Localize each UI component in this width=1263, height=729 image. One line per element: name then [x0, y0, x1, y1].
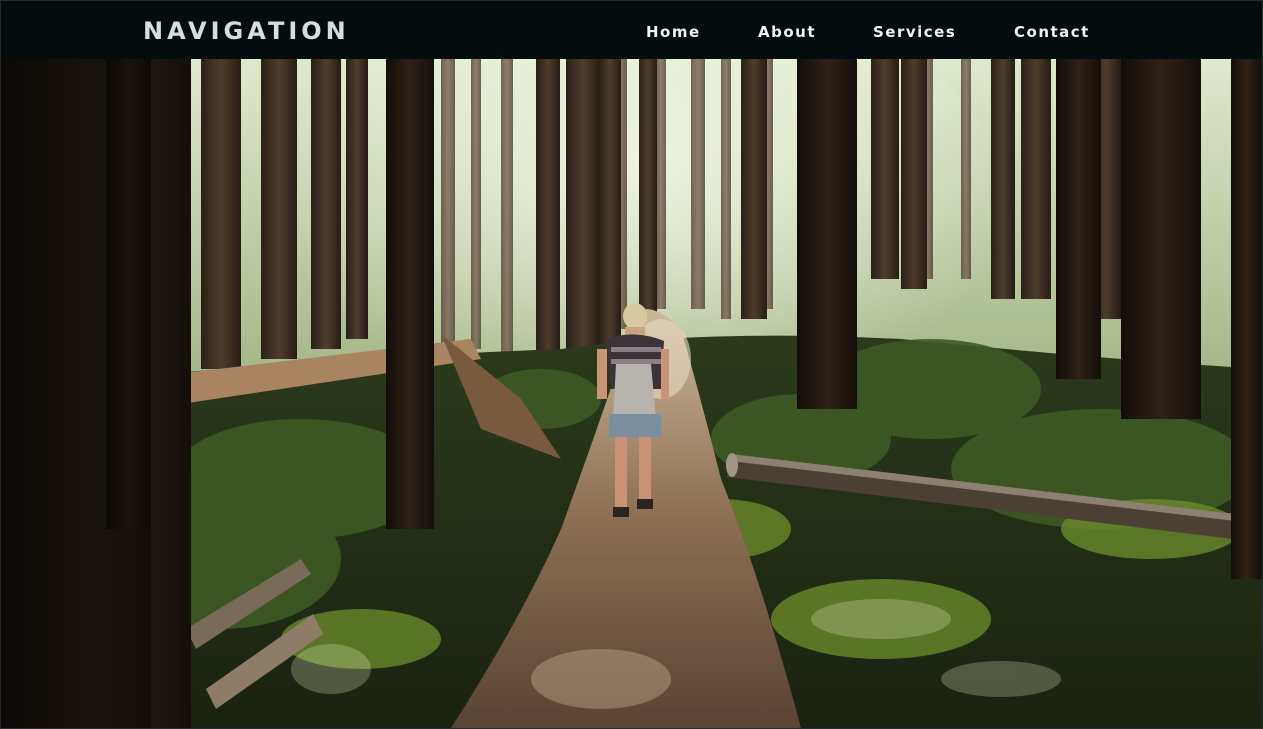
hero-forest-image	[1, 59, 1262, 728]
top-navbar: NAVIGATION Home About Services Contact	[1, 1, 1262, 59]
nav-link-contact[interactable]: Contact	[1014, 21, 1090, 43]
page-frame: NAVIGATION Home About Services Contact	[0, 0, 1263, 729]
nav-link-home[interactable]: Home	[646, 21, 701, 43]
nav-link-about[interactable]: About	[758, 21, 816, 43]
brand-logo-text[interactable]: NAVIGATION	[143, 15, 350, 47]
nav-link-services[interactable]: Services	[873, 21, 956, 43]
forest-trail-illustration	[1, 59, 1262, 728]
